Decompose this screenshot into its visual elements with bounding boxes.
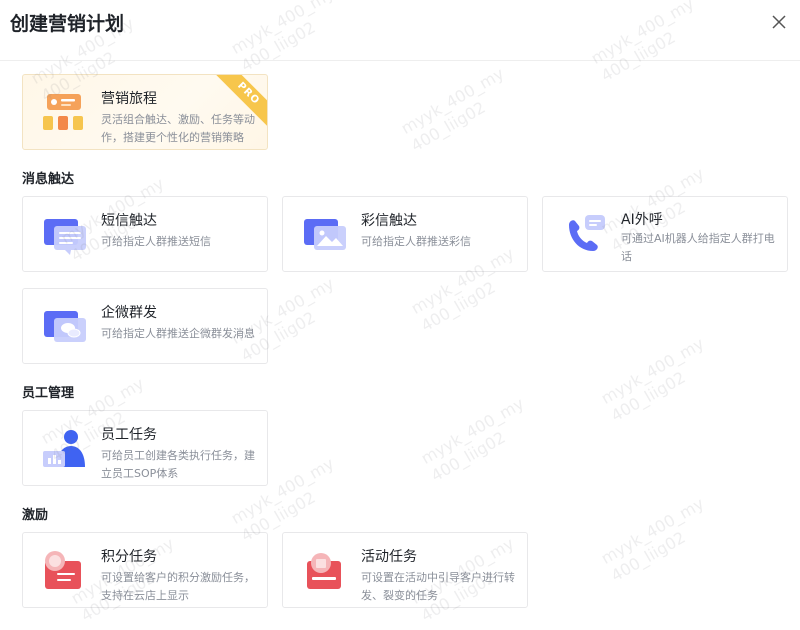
activity-icon <box>307 553 341 589</box>
card-title: 企微群发 <box>101 305 157 321</box>
card-title: 彩信触达 <box>361 213 417 229</box>
card-title: 活动任务 <box>361 549 417 565</box>
card-description: 可给指定人群推送彩信 <box>361 235 471 248</box>
card-title: 积分任务 <box>101 549 157 565</box>
card-title: 员工任务 <box>101 427 157 443</box>
card-description: 可设置在活动中引导客户进行转发、裂变的任务 <box>361 571 515 602</box>
mms-icon <box>304 219 346 250</box>
card-description: 可设置给客户的积分激励任务，支持在云店上显示 <box>101 571 255 602</box>
wecom-icon <box>44 311 86 342</box>
section-title-incentive: 激励 <box>22 508 49 523</box>
watermark-text: myyk_400_my 400_liig02 <box>417 393 528 486</box>
card-wecom-broadcast[interactable]: 企微群发 可给指定人群推送企微群发消息 <box>22 288 268 364</box>
phone-icon <box>569 215 605 251</box>
card-staff-task[interactable]: 员工任务 可给员工创建各类执行任务，建立员工SOP体系 <box>22 410 268 486</box>
card-points-task[interactable]: 积分任务 可设置给客户的积分激励任务，支持在云店上显示 <box>22 532 268 608</box>
dialog-title: 创建营销计划 <box>10 13 125 35</box>
watermark-text: myyk_400_my 400_liig02 <box>597 333 708 426</box>
dialog-header: 创建营销计划 <box>0 0 800 61</box>
sms-icon <box>44 219 86 255</box>
card-ai-call[interactable]: AI外呼 可通过AI机器人给指定人群打电话 <box>542 196 788 272</box>
staff-icon <box>43 430 85 467</box>
card-title: 营销旅程 <box>101 91 157 107</box>
card-title: AI外呼 <box>621 212 663 228</box>
card-activity-task[interactable]: 活动任务 可设置在活动中引导客户进行转发、裂变的任务 <box>282 532 528 608</box>
card-description: 灵活组合触达、激励、任务等动作，搭建更个性化的营销策略 <box>101 113 255 144</box>
close-icon[interactable] <box>768 11 790 33</box>
card-description: 可给指定人群推送企微群发消息 <box>101 327 255 340</box>
journey-icon <box>43 94 83 130</box>
card-description: 可通过AI机器人给指定人群打电话 <box>621 232 775 263</box>
watermark-text: myyk_400_my 400_liig02 <box>597 493 708 586</box>
section-title-messaging: 消息触达 <box>22 172 75 187</box>
section-title-staff: 员工管理 <box>22 386 75 401</box>
watermark-text: myyk_400_my 400_liig02 <box>397 63 508 156</box>
points-icon <box>45 551 81 589</box>
card-mms[interactable]: 彩信触达 可给指定人群推送彩信 <box>282 196 528 272</box>
card-sms[interactable]: 短信触达 可给指定人群推送短信 <box>22 196 268 272</box>
card-description: 可给员工创建各类执行任务，建立员工SOP体系 <box>101 449 255 480</box>
card-title: 短信触达 <box>101 213 157 229</box>
card-marketing-journey[interactable]: 营销旅程 灵活组合触达、激励、任务等动作，搭建更个性化的营销策略 PRO <box>22 74 268 150</box>
card-description: 可给指定人群推送短信 <box>101 235 211 248</box>
